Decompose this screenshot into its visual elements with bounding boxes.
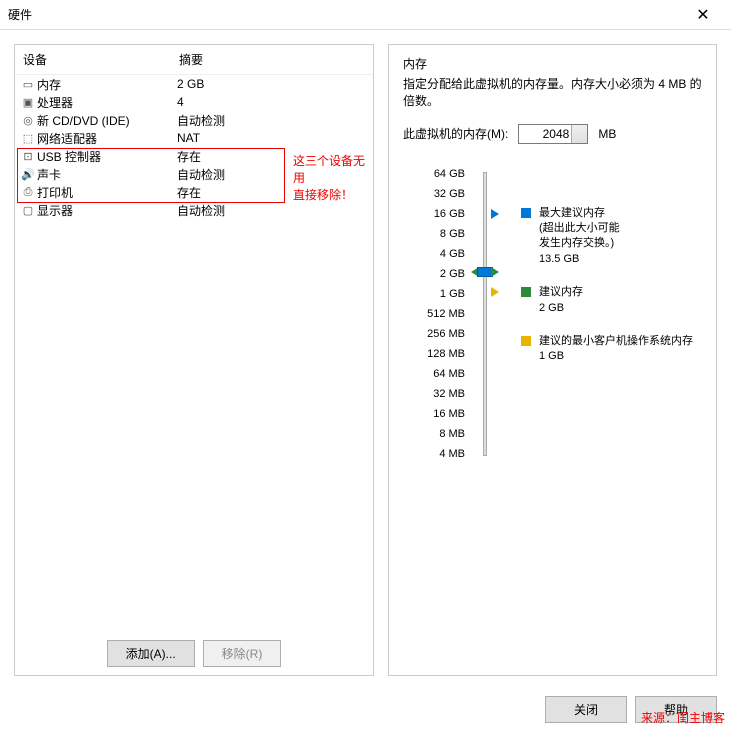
titlebar: 硬件 ✕: [0, 0, 731, 30]
tick-label: 1 GB: [413, 284, 471, 304]
dialog-buttons: 关闭 帮助: [0, 690, 731, 729]
window-title: 硬件: [8, 6, 683, 23]
device-summary: NAT: [177, 131, 200, 145]
tick-label: 32 GB: [413, 184, 471, 204]
tick-label: 8 GB: [413, 224, 471, 244]
device-name: 处理器: [37, 94, 177, 111]
memory-spinner[interactable]: [518, 124, 588, 144]
memory-input[interactable]: [518, 124, 588, 144]
device-icon: ◎: [19, 114, 37, 127]
content-area: 设备 摘要 这三个设备无用 直接移除！ ▭内存2 GB▣处理器4◎新 CD/DV…: [0, 30, 731, 690]
device-name: 打印机: [37, 184, 177, 201]
close-button[interactable]: 关闭: [545, 696, 627, 723]
close-icon[interactable]: ✕: [683, 5, 723, 25]
device-row[interactable]: ▭内存2 GB: [15, 75, 373, 93]
memory-panel: 内存 指定分配给此虚拟机的内存量。内存大小必须为 4 MB 的倍数。 此虚拟机的…: [388, 44, 717, 676]
device-name: 显示器: [37, 202, 177, 219]
watermark: 来源：闺主博客: [641, 709, 725, 726]
device-icon: ⬚: [19, 132, 37, 145]
device-name: 内存: [37, 76, 177, 93]
device-summary: 存在: [177, 148, 201, 165]
device-name: USB 控制器: [37, 148, 177, 165]
device-icon: ⊡: [19, 150, 37, 163]
device-list: 这三个设备无用 直接移除！ ▭内存2 GB▣处理器4◎新 CD/DVD (IDE…: [15, 75, 373, 632]
header-device: 设备: [19, 51, 179, 68]
tick-label: 128 MB: [413, 344, 471, 364]
rec-marker-icon: [491, 267, 499, 277]
device-icon: ⎙: [19, 186, 37, 199]
legend-min: 建议的最小客户机操作系统内存 1 GB: [521, 334, 693, 365]
add-button[interactable]: 添加(A)...: [107, 640, 195, 667]
legend-rec-icon: [521, 287, 531, 297]
device-name: 新 CD/DVD (IDE): [37, 112, 177, 129]
device-icon: 🔊: [19, 168, 37, 181]
tick-label: 256 MB: [413, 324, 471, 344]
remove-button: 移除(R): [203, 640, 282, 667]
device-header: 设备 摘要: [15, 45, 373, 75]
tick-label: 64 MB: [413, 364, 471, 384]
device-row[interactable]: ⬚网络适配器NAT: [15, 129, 373, 147]
device-panel: 设备 摘要 这三个设备无用 直接移除！ ▭内存2 GB▣处理器4◎新 CD/DV…: [14, 44, 374, 676]
legend-rec: 建议内存 2 GB: [521, 285, 693, 316]
tick-label: 4 MB: [413, 444, 471, 464]
max-marker-icon: [491, 209, 499, 219]
device-summary: 4: [177, 95, 184, 109]
tick-label: 32 MB: [413, 384, 471, 404]
device-name: 网络适配器: [37, 130, 177, 147]
slider-track: [483, 172, 487, 456]
legend-min-icon: [521, 336, 531, 346]
legend-max-icon: [521, 208, 531, 218]
tick-label: 512 MB: [413, 304, 471, 324]
tick-label: 4 GB: [413, 244, 471, 264]
device-summary: 2 GB: [177, 77, 204, 91]
header-summary: 摘要: [179, 51, 203, 68]
memory-section-label: 内存: [403, 55, 702, 72]
device-row[interactable]: ◎新 CD/DVD (IDE)自动检测: [15, 111, 373, 129]
device-summary: 自动检测: [177, 112, 225, 129]
tick-label: 64 GB: [413, 164, 471, 184]
tick-label: 2 GB: [413, 264, 471, 284]
device-icon: ▢: [19, 204, 37, 217]
memory-legend: 最大建议内存 (超出此大小可能 发生内存交换。) 13.5 GB 建议内存 2 …: [521, 164, 693, 464]
annotation-text: 这三个设备无用 直接移除！: [293, 153, 373, 203]
device-summary: 存在: [177, 184, 201, 201]
memory-unit: MB: [598, 127, 616, 141]
device-summary: 自动检测: [177, 202, 225, 219]
device-icon: ▣: [19, 96, 37, 109]
device-row[interactable]: ▣处理器4: [15, 93, 373, 111]
memory-input-row: 此虚拟机的内存(M): MB: [403, 124, 702, 144]
device-name: 声卡: [37, 166, 177, 183]
legend-max: 最大建议内存 (超出此大小可能 发生内存交换。) 13.5 GB: [521, 206, 693, 268]
tick-label: 8 MB: [413, 424, 471, 444]
memory-slider[interactable]: [473, 164, 503, 464]
tick-label: 16 MB: [413, 404, 471, 424]
device-summary: 自动检测: [177, 166, 225, 183]
device-row[interactable]: ▢显示器自动检测: [15, 201, 373, 219]
device-icon: ▭: [19, 78, 37, 91]
memory-ticks: 64 GB32 GB16 GB8 GB4 GB2 GB1 GB512 MB256…: [413, 164, 471, 464]
memory-desc: 指定分配给此虚拟机的内存量。内存大小必须为 4 MB 的倍数。: [403, 76, 702, 110]
memory-slider-area: 64 GB32 GB16 GB8 GB4 GB2 GB1 GB512 MB256…: [413, 164, 702, 464]
tick-label: 16 GB: [413, 204, 471, 224]
memory-input-label: 此虚拟机的内存(M):: [403, 125, 508, 142]
device-buttons: 添加(A)... 移除(R): [15, 632, 373, 675]
min-marker-icon: [491, 287, 499, 297]
